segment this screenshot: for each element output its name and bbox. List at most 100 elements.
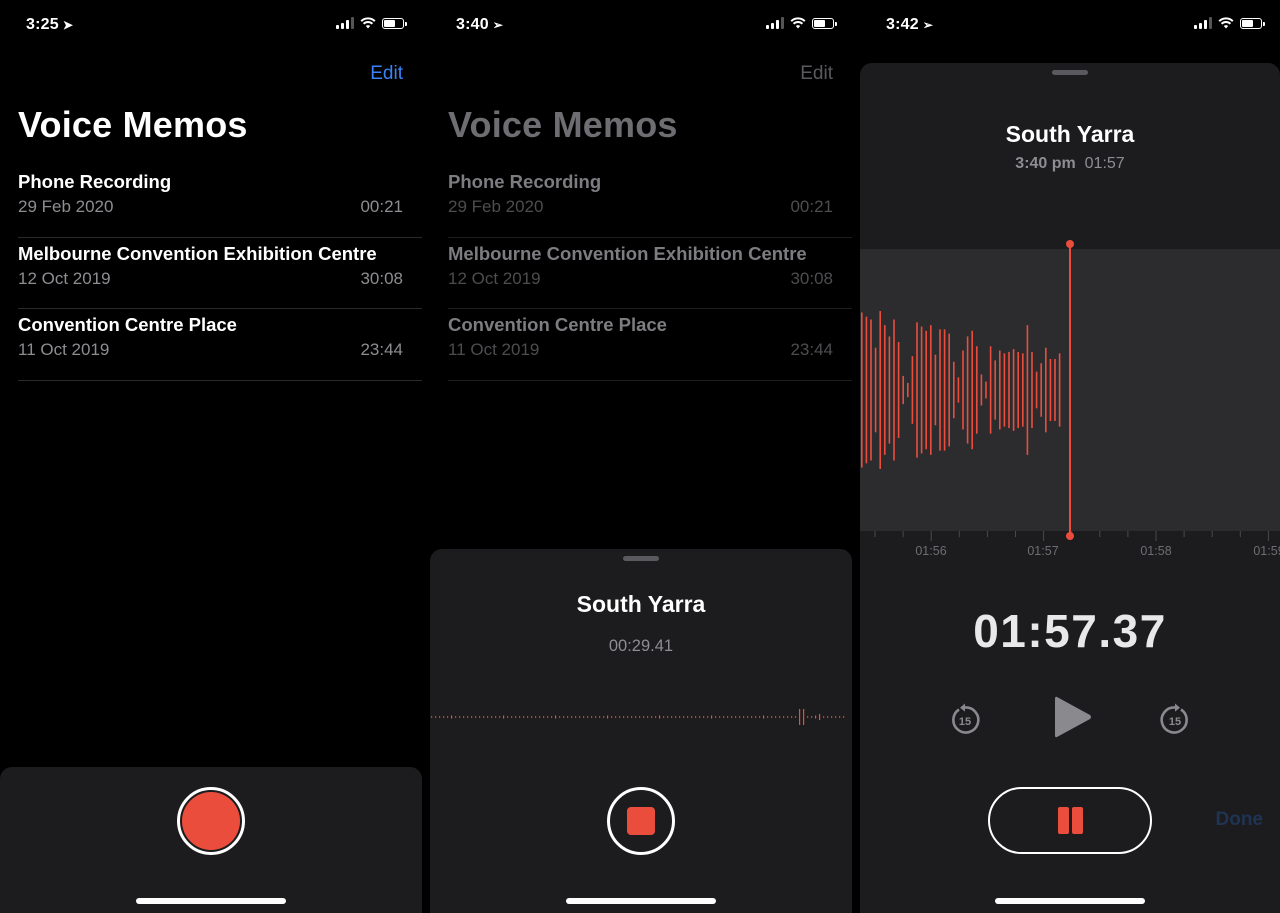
live-waveform-bar xyxy=(679,716,681,718)
recording-duration: 30:08 xyxy=(790,268,833,288)
waveform-bar xyxy=(870,319,872,461)
recordings-list: Phone Recording 29 Feb 2020 00:21 Melbou… xyxy=(18,166,422,381)
live-waveform-bar xyxy=(591,716,593,718)
sheet-grabber[interactable] xyxy=(623,556,659,561)
live-waveform-bar xyxy=(775,716,777,718)
stop-icon xyxy=(627,807,655,835)
stop-button[interactable] xyxy=(607,787,675,855)
live-waveform-bar xyxy=(447,716,449,718)
recording-start-time: 3:40 pm xyxy=(1015,155,1076,172)
recording-row[interactable]: Phone Recording 29 Feb 2020 00:21 xyxy=(448,166,852,238)
live-waveform-bar xyxy=(763,715,765,719)
waveform-bar xyxy=(879,311,881,469)
live-waveform-bar xyxy=(715,716,717,718)
recording-sheet: South Yarra 00:29.41 xyxy=(430,549,852,913)
record-button[interactable] xyxy=(177,787,245,855)
live-waveform-bar xyxy=(531,716,533,718)
home-indicator[interactable] xyxy=(136,898,286,904)
live-waveform-bar xyxy=(479,716,481,718)
live-waveform-bar xyxy=(647,716,649,718)
live-waveform-bar xyxy=(651,716,653,718)
recording-row[interactable]: Phone Recording 29 Feb 2020 00:21 xyxy=(18,166,422,238)
live-waveform-bar xyxy=(787,716,789,718)
recording-date: 12 Oct 2019 xyxy=(18,268,111,288)
recording-name: Convention Centre Place xyxy=(448,314,667,335)
recording-name: Melbourne Convention Exhibition Centre xyxy=(448,242,807,264)
recording-row[interactable]: Convention Centre Place 11 Oct 2019 23:4… xyxy=(448,309,852,381)
live-waveform-bar xyxy=(451,715,453,719)
live-waveform-bar xyxy=(839,716,841,718)
live-waveform-bar xyxy=(643,716,645,718)
live-waveform-bar xyxy=(571,716,573,718)
live-waveform-bar xyxy=(567,716,569,718)
recording-title: South Yarra xyxy=(1005,121,1135,147)
waveform-bar xyxy=(939,329,941,451)
live-waveform-bar xyxy=(735,716,737,718)
waveform-bar xyxy=(1026,325,1029,455)
live-waveform-bar xyxy=(695,716,697,718)
live-waveform-bar xyxy=(783,716,785,718)
status-time: 3:40 ➢ xyxy=(456,16,504,33)
live-waveform-bar xyxy=(727,716,729,718)
live-waveform-bar xyxy=(575,716,577,718)
waveform-bar xyxy=(1049,358,1052,422)
playhead-bottom-handle[interactable] xyxy=(1066,532,1074,540)
live-waveform-bar xyxy=(503,715,505,719)
live-waveform-bar xyxy=(739,716,741,718)
waveform-bar xyxy=(1035,371,1038,409)
edit-button[interactable]: Edit xyxy=(370,63,403,85)
live-waveform-bar xyxy=(547,716,549,718)
waveform-bar xyxy=(1003,353,1006,427)
home-indicator[interactable] xyxy=(995,898,1145,904)
done-button[interactable]: Done xyxy=(1216,809,1264,831)
record-icon xyxy=(182,792,240,850)
waveform-bar xyxy=(865,316,868,464)
live-waveform-bar xyxy=(691,716,693,718)
waveform-bar xyxy=(948,333,950,447)
status-bar: 3:25 ➤ xyxy=(0,0,422,50)
home-indicator[interactable] xyxy=(566,898,716,904)
live-waveform-bar xyxy=(563,716,565,718)
screen-divider xyxy=(852,0,860,913)
live-waveform-bar xyxy=(687,716,689,718)
recording-length: 01:57 xyxy=(1084,155,1125,172)
skip-back-label: 15 xyxy=(959,716,971,728)
waveform-bar xyxy=(999,350,1001,430)
sheet-grabber[interactable] xyxy=(1052,70,1088,75)
playhead[interactable] xyxy=(1066,240,1074,540)
live-waveform-bar xyxy=(751,716,753,718)
recording-duration: 00:21 xyxy=(360,197,403,216)
live-waveform-bar xyxy=(819,714,821,720)
live-waveform-bar xyxy=(683,716,685,718)
live-waveform-bar xyxy=(587,716,589,718)
live-waveform-bar xyxy=(815,715,817,719)
live-waveform-bar xyxy=(471,716,473,718)
pause-button[interactable] xyxy=(988,787,1152,854)
waveform-bar xyxy=(1045,347,1047,433)
battery-icon xyxy=(382,17,407,29)
live-waveform-bar xyxy=(615,716,617,718)
waveform-bar xyxy=(897,342,900,438)
live-waveform-bar xyxy=(599,716,601,718)
recording-meta: 3:40 pm 01:57 xyxy=(860,155,1280,173)
recording-name: Phone Recording xyxy=(448,171,602,192)
skip-back-15-button[interactable]: 15 xyxy=(948,703,982,737)
recording-row[interactable]: Convention Centre Place 11 Oct 2019 23:4… xyxy=(18,309,422,381)
wifi-icon xyxy=(360,17,376,29)
skip-forward-15-button[interactable]: 15 xyxy=(1158,703,1192,737)
status-time: 3:25 ➤ xyxy=(26,16,74,33)
live-waveform-bar xyxy=(827,716,829,718)
edit-button[interactable]: Edit xyxy=(800,63,833,85)
wifi-icon xyxy=(1218,17,1234,29)
pause-icon-bar xyxy=(1057,807,1069,834)
live-waveform-bar xyxy=(791,716,793,718)
live-waveform-bar xyxy=(795,716,797,718)
recording-row[interactable]: Melbourne Convention Exhibition Centre 1… xyxy=(448,238,852,309)
live-waveform-bar xyxy=(539,716,541,718)
play-button[interactable] xyxy=(1053,694,1093,740)
live-waveform-bar xyxy=(631,716,633,718)
recording-row[interactable]: Melbourne Convention Exhibition Centre 1… xyxy=(18,238,422,309)
waveform-bar xyxy=(1012,349,1015,431)
playhead-top-handle[interactable] xyxy=(1066,240,1074,248)
live-waveform-bar xyxy=(611,716,613,718)
